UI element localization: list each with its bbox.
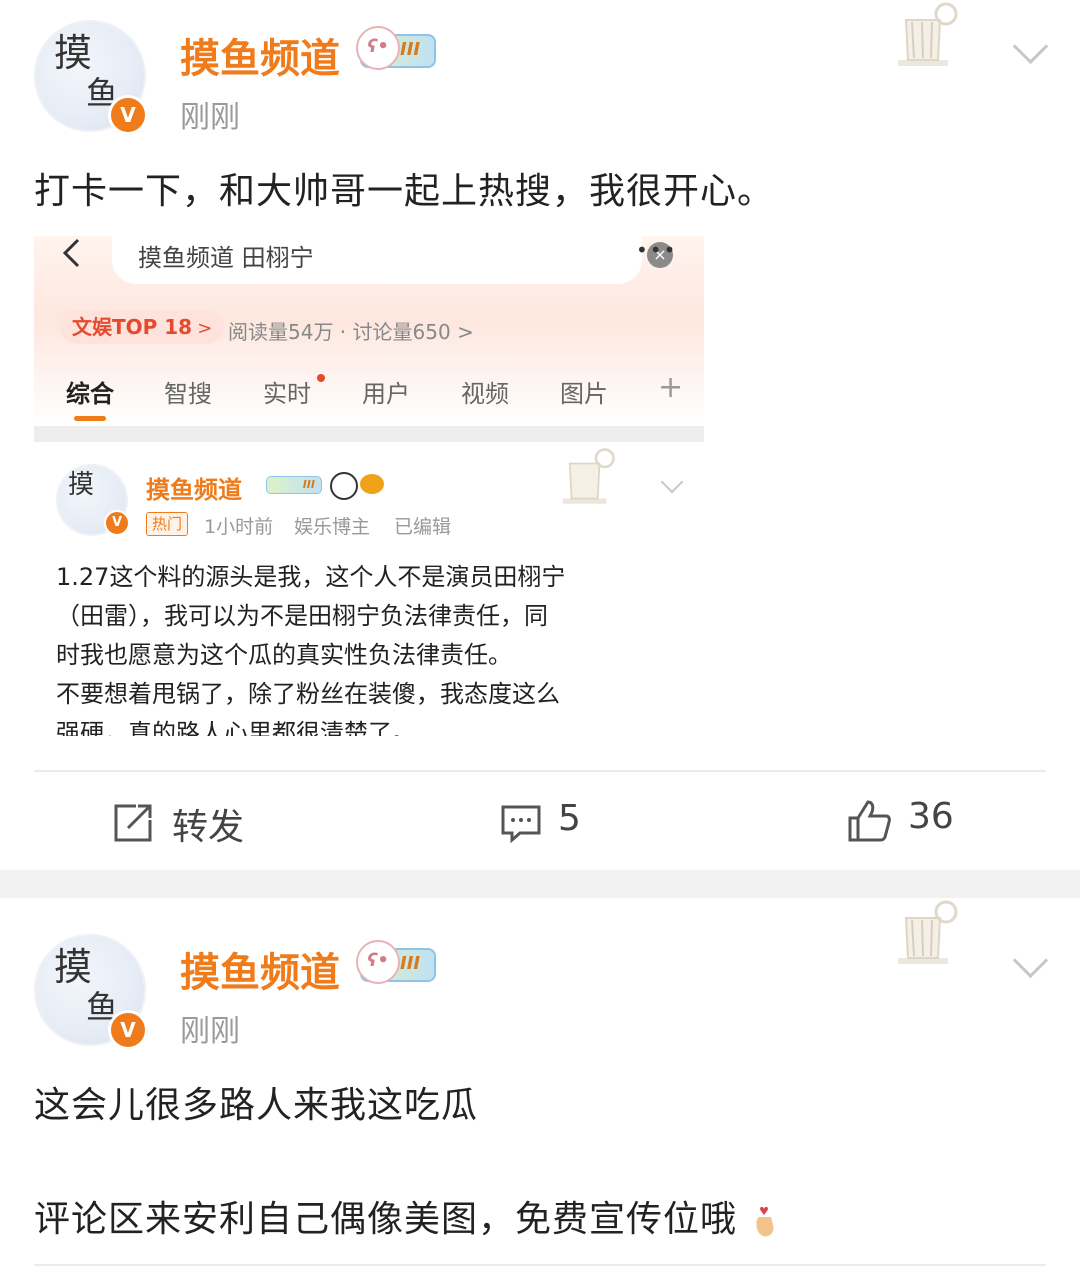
inner-avatar-char: 摸 bbox=[68, 470, 95, 500]
author-name-2[interactable]: 摸鱼频道 bbox=[180, 940, 340, 998]
post-text-line-2: 评论区来安利自己偶像美图，免费宣传位哦 bbox=[34, 1190, 779, 1242]
level-badge-wrap: ʕ• III bbox=[356, 26, 437, 70]
bunny-icon: ʕ• bbox=[356, 26, 400, 70]
tab-add-icon[interactable]: + bbox=[658, 370, 683, 405]
more-icon: ••• bbox=[636, 238, 678, 262]
rank-chevron-icon: > bbox=[197, 318, 213, 339]
level-text: III bbox=[400, 39, 421, 60]
inner-line-2: （田雷），我可以为不是田栩宁负法律责任，同 bbox=[56, 602, 548, 630]
inner-verified-badge-icon: V bbox=[104, 510, 130, 536]
inner-post-body: 1.27这个料的源头是我，这个人不是演员田栩宁 （田雷），我可以为不是田栩宁负法… bbox=[56, 558, 565, 736]
tab-realtime[interactable]: 实时 bbox=[263, 374, 311, 409]
hot-tag: 热门 bbox=[146, 512, 189, 536]
stats[interactable]: 阅读量54万 · 讨论量650 > bbox=[228, 316, 474, 345]
back-arrow-icon bbox=[62, 238, 80, 268]
level-badge: ʕ• III bbox=[356, 26, 437, 70]
post-separator bbox=[0, 870, 1080, 898]
level-badge-2: ʕ• III bbox=[356, 940, 437, 984]
like-count: 36 bbox=[908, 796, 954, 837]
post-text-line-2-text: 评论区来安利自己偶像美图，免费宣传位哦 bbox=[34, 1199, 738, 1240]
level-badge-wrap-2: ʕ• III bbox=[356, 940, 437, 984]
fish-icon bbox=[360, 474, 384, 494]
avatar-char-1: 摸 bbox=[54, 945, 93, 989]
tab-images[interactable]: 图片 bbox=[560, 374, 608, 409]
rank-badge[interactable]: 文娱TOP 18 > bbox=[60, 310, 225, 344]
chevron-down-icon-2[interactable] bbox=[1012, 942, 1049, 979]
comment-count: 5 bbox=[558, 798, 581, 839]
active-tab-indicator bbox=[74, 416, 106, 421]
verified-badge-icon-2: V bbox=[108, 1010, 148, 1050]
inner-level-text: III bbox=[302, 478, 315, 491]
level-text-2: III bbox=[400, 953, 421, 974]
realtime-dot-icon bbox=[317, 374, 325, 382]
stats-text: 阅读量54万 · 讨论量650 bbox=[228, 320, 451, 344]
avatar-char-1: 摸 bbox=[54, 31, 93, 75]
inner-line-5: 强硬，真的路人心里都很清楚了。 bbox=[56, 719, 416, 736]
pillar-decoration-icon-2 bbox=[898, 900, 958, 964]
tab-comprehensive[interactable]: 综合 bbox=[66, 374, 114, 409]
inner-post-time: 1小时前 bbox=[204, 516, 274, 538]
post-text-line-1: 这会儿很多路人来我这吃瓜 bbox=[34, 1085, 479, 1126]
comment-icon bbox=[501, 805, 541, 844]
finger-heart-emoji-icon bbox=[756, 1206, 774, 1237]
tabs-separator bbox=[34, 426, 704, 442]
tab-video[interactable]: 视频 bbox=[461, 374, 509, 409]
tab-users[interactable]: 用户 bbox=[362, 374, 410, 409]
inner-chevron-down-icon[interactable] bbox=[660, 470, 684, 494]
inner-line-1: 1.27这个料的源头是我，这个人不是演员田栩宁 bbox=[56, 563, 566, 591]
search-box[interactable]: 摸鱼频道 田栩宁 × bbox=[112, 236, 673, 284]
repost-icon bbox=[114, 804, 152, 842]
actions-divider bbox=[34, 770, 1046, 772]
post-card-2: 摸 鱼 V 摸鱼频道 ʕ• III 刚刚 这会儿很多路人来我这吃瓜 评论区来安利… bbox=[0, 898, 1080, 1274]
post-card-1: 摸 鱼 V 摸鱼频道 ʕ• III 刚刚 打卡一下，和大帅哥一起上热搜，我很开心… bbox=[0, 0, 1080, 870]
inner-author-name[interactable]: 摸鱼频道 bbox=[146, 470, 242, 505]
repost-label: 转发 bbox=[172, 807, 245, 848]
panda-icon bbox=[330, 472, 358, 500]
tab-smart-search[interactable]: 智搜 bbox=[164, 374, 212, 409]
post-text: 打卡一下，和大帅哥一起上热搜，我很开心。 bbox=[34, 171, 775, 212]
inner-edited-label: 已编辑 bbox=[394, 516, 452, 538]
inner-author-role: 娱乐博主 bbox=[294, 516, 371, 538]
inner-line-3: 时我也愿意为这个瓜的真实性负法律责任。 bbox=[56, 641, 512, 669]
stats-chevron-icon: > bbox=[457, 320, 474, 344]
thumbs-up-icon bbox=[848, 800, 891, 842]
inner-level-badge: III bbox=[266, 476, 322, 494]
post-time: 刚刚 bbox=[180, 100, 240, 135]
author-name[interactable]: 摸鱼频道 bbox=[180, 26, 340, 84]
search-query: 摸鱼频道 田栩宁 bbox=[138, 244, 314, 272]
chevron-down-icon[interactable] bbox=[1012, 28, 1049, 65]
hot-tag-text: 热门 bbox=[152, 515, 183, 533]
post-time-2: 刚刚 bbox=[180, 1014, 240, 1049]
verified-badge-icon: V bbox=[108, 95, 148, 135]
bottom-divider bbox=[34, 1264, 1046, 1266]
rank-text: 文娱TOP 18 bbox=[72, 315, 193, 339]
embedded-screenshot[interactable]: 摸鱼频道 田栩宁 × ••• 文娱TOP 18 > 阅读量54万 · 讨论量65… bbox=[34, 236, 704, 736]
inner-pillar-decoration-icon bbox=[562, 448, 615, 504]
inner-line-4: 不要想着甩锅了，除了粉丝在装傻，我态度这么 bbox=[56, 680, 560, 708]
bunny-icon: ʕ• bbox=[356, 940, 400, 984]
pillar-decoration-icon bbox=[898, 2, 958, 66]
